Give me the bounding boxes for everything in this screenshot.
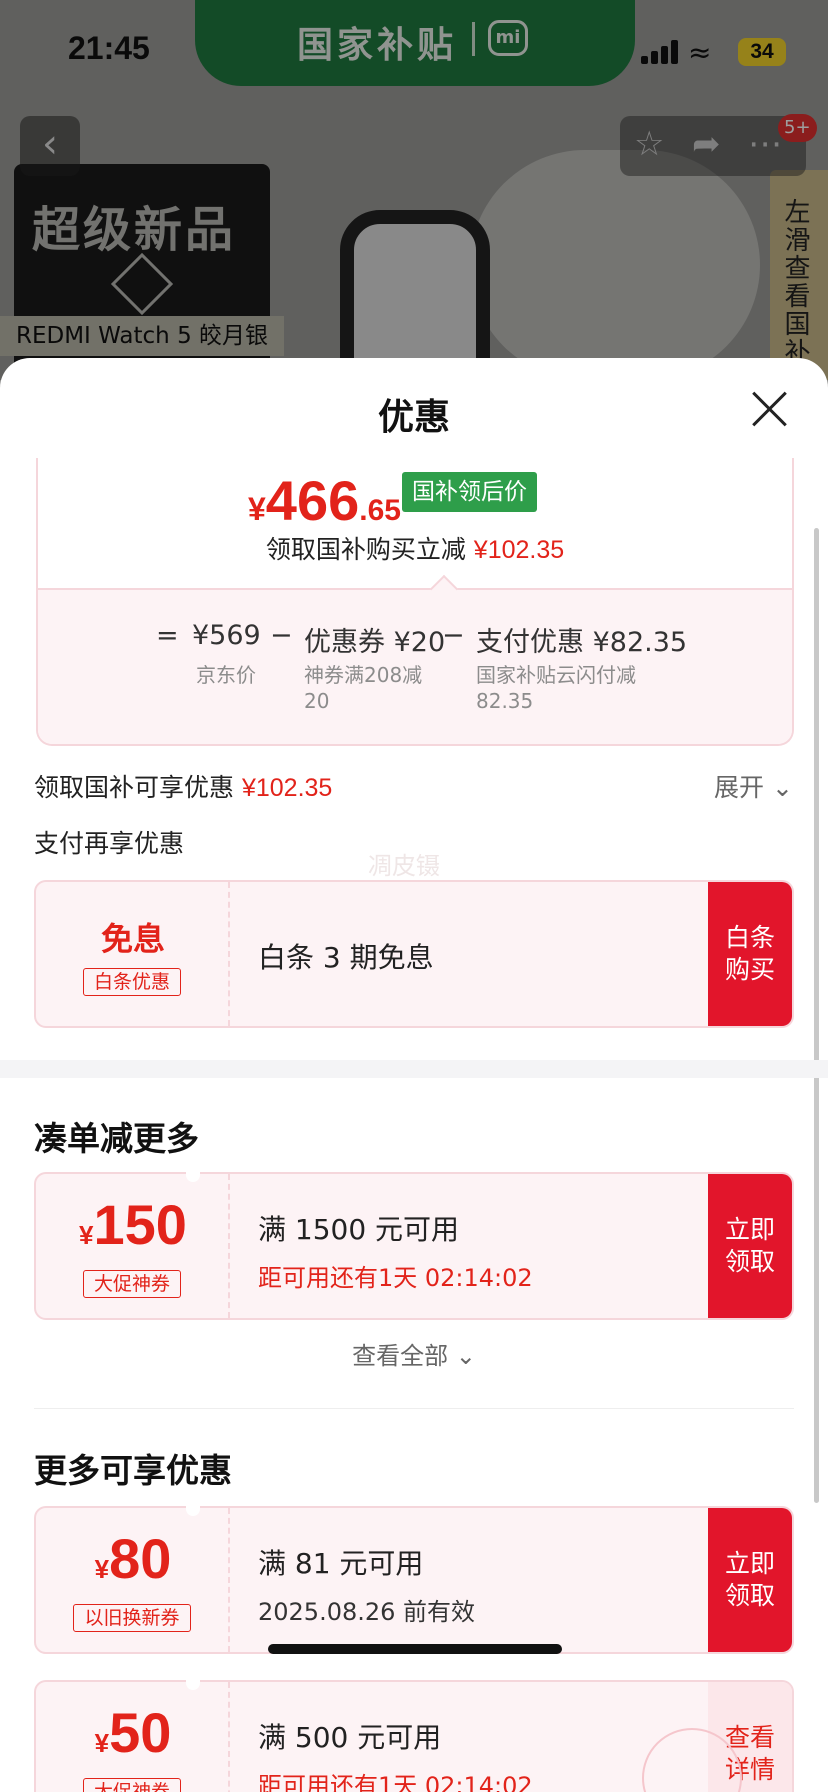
coupon-note-line-1: 神券满208减 xyxy=(304,663,423,687)
coupon-amount: 80 xyxy=(109,1527,172,1590)
sheet-title: 优惠 xyxy=(377,397,450,438)
coupon-countdown: 距可用还有1天 02:14:02 xyxy=(258,1264,533,1292)
expand-toggle[interactable]: 展开 ⌄ xyxy=(714,768,793,804)
jd-price-label: 京东价 xyxy=(196,663,256,687)
subsidy-row-label: 领取国补可享优惠 xyxy=(34,773,235,802)
price-formula: = ¥569 京东价 − 优惠券 ¥20 神券满208减 20 − 支付优惠 ¥… xyxy=(38,588,792,744)
discount-label: 领取国补购买立减 xyxy=(265,535,466,564)
coupon-title: 满 81 元可用 xyxy=(258,1547,424,1580)
coupon-expiry: 2025.08.26 前有效 xyxy=(258,1598,476,1626)
chevron-down-icon: ⌄ xyxy=(771,773,793,802)
formula-minus-1: − xyxy=(270,620,293,651)
combine-section-title: 凑单减更多 xyxy=(34,1119,199,1158)
coupon-title: 满 1500 元可用 xyxy=(258,1213,460,1246)
chevron-down-icon: ⌄ xyxy=(455,1342,476,1370)
coupon-note-line-2: 20 xyxy=(304,689,330,713)
payment-note-line-2: 82.35 xyxy=(476,689,534,713)
jd-price: ¥569 xyxy=(192,620,261,651)
coupon-amount: 50 xyxy=(109,1701,172,1764)
coupon-amount: 150 xyxy=(93,1193,187,1256)
discount-summary: 领取国补购买立减 ¥102.35 xyxy=(38,530,792,566)
discount-sheet: 优惠 ¥466.65 国补领后价 领取国补购买立减 ¥102.35 = ¥569… xyxy=(0,358,828,1792)
baitiao-title: 白条 3 期免息 xyxy=(258,941,434,974)
more-section-title: 更多可享优惠 xyxy=(34,1451,232,1490)
divider-line xyxy=(34,1408,794,1409)
final-price: ¥466.65 xyxy=(248,468,401,533)
coupon-left: ¥80 以旧换新券 xyxy=(36,1508,230,1652)
claim-coupon-button[interactable]: 立即 领取 xyxy=(708,1174,792,1318)
price-symbol: ¥ xyxy=(248,491,266,527)
coupon-card: ¥80 以旧换新券 满 81 元可用 2025.08.26 前有效 立即 领取 xyxy=(34,1506,794,1654)
close-icon[interactable] xyxy=(748,388,792,432)
coupon-tag: 大促神券 xyxy=(83,1270,181,1298)
formula-minus-2: − xyxy=(442,620,465,651)
coupon-symbol: ¥ xyxy=(94,1728,110,1758)
coupon-left: 免息 白条优惠 xyxy=(36,882,230,1026)
price-integer: 466 xyxy=(265,469,360,532)
coupon-left: ¥150 大促神券 xyxy=(36,1174,230,1318)
formula-equals: = xyxy=(156,620,179,651)
home-indicator[interactable] xyxy=(268,1644,562,1654)
coupon-countdown: 距可用还有1天 02:14:02 xyxy=(258,1772,533,1792)
coupon-symbol: ¥ xyxy=(94,1554,110,1584)
payment-discount: 支付优惠 ¥82.35 xyxy=(476,627,688,658)
coupon-value: ¥50 xyxy=(36,1700,230,1765)
coupon-card: ¥150 大促神券 满 1500 元可用 距可用还有1天 02:14:02 立即… xyxy=(34,1172,794,1320)
coupon-tag: 大促神券 xyxy=(83,1778,181,1792)
subsidy-price-tag: 国补领后价 xyxy=(402,472,537,512)
subsidy-row: 领取国补可享优惠 ¥102.35 xyxy=(34,768,332,804)
coupon-tag: 以旧换新券 xyxy=(73,1604,191,1632)
payment-note-line-1: 国家补贴云闪付减 xyxy=(476,663,636,687)
price-breakdown-box: ¥466.65 国补领后价 领取国补购买立减 ¥102.35 = ¥569 京东… xyxy=(36,458,794,746)
baitiao-buy-button[interactable]: 白条 购买 xyxy=(708,882,792,1026)
subsidy-row-amount: ¥102.35 xyxy=(241,774,333,802)
coupon-symbol: ¥ xyxy=(79,1220,94,1250)
product-page-background: 超级新品 REDMI Watch 5 皎月银 左滑查看国补 国家补贴 mi 21… xyxy=(0,0,828,380)
coupon-value: ¥150 xyxy=(36,1192,230,1257)
view-all-label: 查看全部 xyxy=(352,1342,449,1370)
view-all-link[interactable]: 查看全部 ⌄ xyxy=(0,1336,828,1371)
coupon-note: 神券满208减 20 xyxy=(304,662,422,714)
watermark: 凋皮镊 xyxy=(368,852,440,880)
discount-amount: ¥102.35 xyxy=(473,536,565,564)
section-divider xyxy=(0,1060,828,1078)
baitiao-card: 免息 白条优惠 白条 3 期免息 白条 购买 xyxy=(34,880,794,1028)
expand-label: 展开 xyxy=(714,773,765,802)
coupon-discount: 优惠券 ¥20 xyxy=(304,627,446,658)
claim-coupon-button[interactable]: 立即 领取 xyxy=(708,1508,792,1652)
baitiao-value: 免息 xyxy=(100,921,165,957)
payment-note: 国家补贴云闪付减 82.35 xyxy=(476,662,636,714)
baitiao-tag: 白条优惠 xyxy=(83,968,181,996)
coupon-left: ¥50 大促神券 xyxy=(36,1682,230,1792)
coupon-value: ¥80 xyxy=(36,1526,230,1591)
price-decimal: .65 xyxy=(359,494,401,527)
pay-section-label: 支付再享优惠 xyxy=(34,829,185,858)
coupon-title: 满 500 元可用 xyxy=(258,1721,442,1754)
dim-overlay[interactable] xyxy=(0,0,828,380)
